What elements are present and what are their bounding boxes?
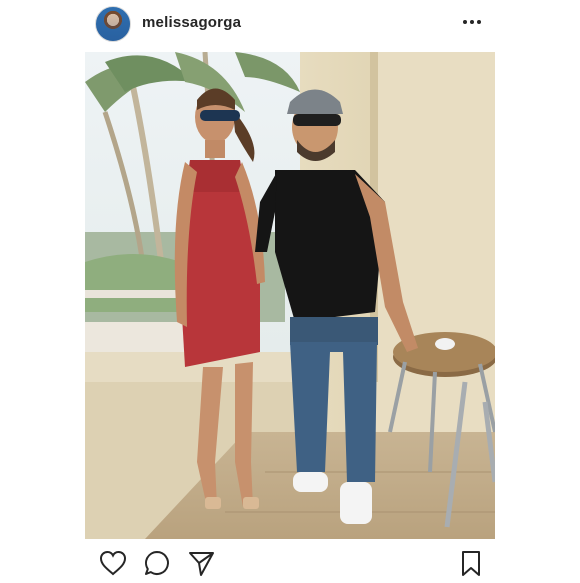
bookmark-icon[interactable] (456, 548, 486, 578)
avatar[interactable] (95, 6, 131, 42)
username[interactable]: melissagorga (142, 14, 241, 31)
comment-icon[interactable] (142, 548, 172, 578)
post-actions (0, 548, 580, 580)
share-icon[interactable] (186, 548, 216, 578)
heart-icon[interactable] (98, 548, 128, 578)
more-options-icon[interactable] (460, 12, 484, 32)
photo-illustration (85, 52, 495, 539)
post-photo[interactable] (85, 52, 495, 539)
post-header: melissagorga (0, 0, 580, 50)
